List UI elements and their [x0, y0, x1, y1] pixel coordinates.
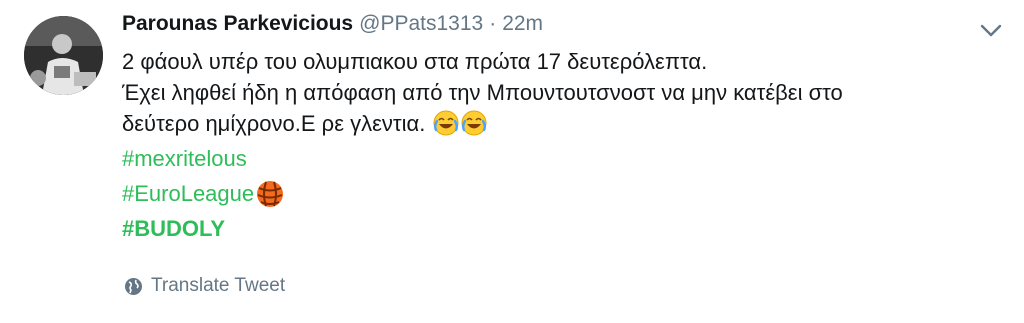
translate-tweet-button[interactable]: Translate Tweet — [124, 275, 285, 297]
hashtag-euroleague[interactable]: #EuroLeague — [122, 181, 254, 206]
tweet-text-line-1: 2 φάουλ υπέρ του ολυμπιακου στα πρώτα 17… — [122, 49, 708, 74]
author-name[interactable]: Parounas Parkevicious — [122, 12, 353, 36]
timestamp[interactable]: 22m — [502, 12, 543, 36]
globe-icon — [125, 277, 142, 295]
tweet-text-line-3: δεύτερο ημίχρονο.Ε ρε γλεντια. — [122, 108, 982, 139]
tweet-text-line-3-content: δεύτερο ημίχρονο.Ε ρε γλεντια. — [122, 111, 426, 136]
tweet: Parounas Parkevicious @PPats1313 · 22m 2… — [0, 0, 1024, 323]
face-with-tears-of-joy-icon — [433, 110, 459, 136]
separator: · — [489, 12, 497, 35]
face-with-tears-of-joy-icon — [461, 110, 487, 136]
hashtag-budoly[interactable]: #BUDOLY — [122, 213, 982, 244]
chevron-down-icon[interactable] — [980, 24, 1002, 38]
hashtag-euroleague-row: #EuroLeague — [122, 178, 982, 209]
tweet-header: Parounas Parkevicious @PPats1313 · 22m — [122, 12, 543, 42]
author-handle[interactable]: @PPats1313 — [359, 12, 483, 36]
avatar[interactable] — [24, 16, 103, 95]
euroleague-logo-icon — [255, 179, 285, 209]
hashtag-mexritelous[interactable]: #mexritelous — [122, 143, 982, 174]
tweet-text: 2 φάουλ υπέρ του ολυμπιακου στα πρώτα 17… — [122, 46, 982, 244]
translate-tweet-label: Translate Tweet — [151, 275, 286, 296]
tweet-text-line-2: Έχει ληφθεί ήδη η απόφαση από την Μπουντ… — [122, 80, 843, 105]
